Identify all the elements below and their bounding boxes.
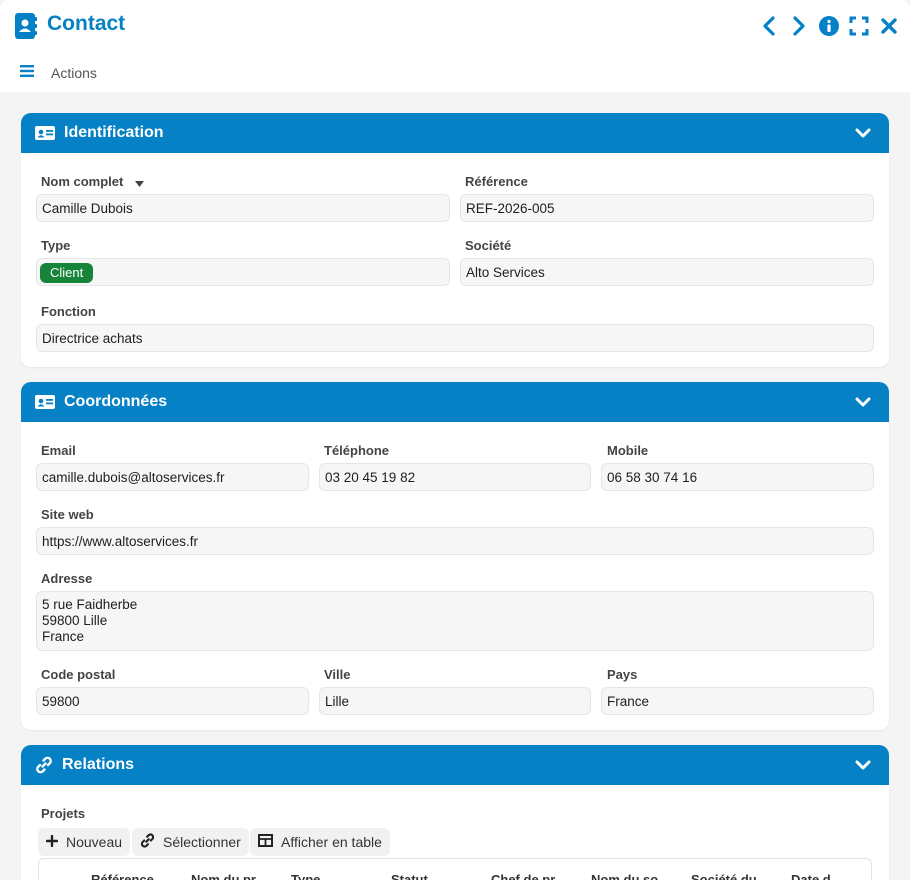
contact-card-icon <box>15 13 37 39</box>
fonction-label: Fonction <box>41 304 96 319</box>
table-icon <box>258 834 273 850</box>
selectionner-label: Sélectionner <box>163 834 241 850</box>
coordonnees-panel: Coordonnées <box>21 382 889 730</box>
coordonnees-title: Coordonnées <box>64 393 168 410</box>
type-field[interactable]: Client <box>36 258 450 286</box>
email-field[interactable]: camille.dubois@altoservices.fr <box>36 463 309 491</box>
nom-complet-label[interactable]: Nom complet <box>41 174 144 190</box>
afficher-table-button[interactable]: Afficher en table <box>250 828 390 856</box>
window-title: Contact <box>47 12 126 35</box>
window-toolbar <box>758 13 900 39</box>
nouveau-label: Nouveau <box>66 834 123 850</box>
link-icon <box>35 756 55 774</box>
window-header: Contact Actions <box>0 0 910 92</box>
relations-title: Relations <box>62 756 135 773</box>
column-header[interactable]: Nom du pr <box>191 872 261 880</box>
projets-label: Projets <box>41 806 86 821</box>
type-label: Type <box>41 238 71 253</box>
telephone-label: Téléphone <box>324 443 390 458</box>
relations-header[interactable]: Relations <box>21 745 889 785</box>
chevron-down-icon[interactable] <box>855 126 871 140</box>
ville-field[interactable]: Lille <box>319 687 591 715</box>
link-icon <box>140 833 155 851</box>
mobile-field[interactable]: 06 58 30 74 16 <box>601 463 874 491</box>
column-header[interactable]: Date d <box>791 872 861 880</box>
id-card-icon <box>35 124 55 142</box>
code-postal-label: Code postal <box>41 667 116 682</box>
coordonnees-header[interactable]: Coordonnées <box>21 382 889 422</box>
reference-label: Référence <box>465 174 528 189</box>
code-postal-field[interactable]: 59800 <box>36 687 309 715</box>
site-web-field[interactable]: https://www.altoservices.fr <box>36 527 874 555</box>
fullscreen-icon[interactable] <box>848 13 870 39</box>
info-icon[interactable] <box>818 13 840 39</box>
nom-complet-field[interactable]: Camille Dubois <box>36 194 450 222</box>
pays-label: Pays <box>607 667 638 682</box>
hamburger-icon[interactable] <box>20 64 34 82</box>
reference-field[interactable]: REF-2026-005 <box>460 194 874 222</box>
adresse-field[interactable]: 5 rue Faidherbe 59800 Lille France <box>36 591 874 651</box>
chevron-down-icon[interactable] <box>855 758 871 772</box>
mobile-label: Mobile <box>607 443 649 458</box>
column-header[interactable]: Nom du so <box>591 872 661 880</box>
column-header[interactable]: Chef de pr <box>491 872 561 880</box>
pays-field[interactable]: France <box>601 687 874 715</box>
nom-complet-label-text: Nom complet <box>41 174 124 189</box>
identification-title: Identification <box>64 124 164 141</box>
type-badge: Client <box>40 263 94 283</box>
actions-menu[interactable]: Actions <box>20 64 97 82</box>
telephone-field[interactable]: 03 20 45 19 82 <box>319 463 591 491</box>
nouveau-button[interactable]: Nouveau <box>38 828 131 856</box>
id-card-icon <box>35 393 55 411</box>
societe-label: Société <box>465 238 512 253</box>
caret-down-icon[interactable] <box>134 175 144 190</box>
selectionner-button[interactable]: Sélectionner <box>132 828 249 856</box>
societe-field[interactable]: Alto Services <box>460 258 874 286</box>
chevron-down-icon[interactable] <box>855 395 871 409</box>
contact-window: Contact Actions Identification Nom compl… <box>0 0 910 880</box>
site-web-label: Site web <box>41 507 94 522</box>
email-label: Email <box>41 443 76 458</box>
projets-table: Référence Nom du pr Type Statut Chef de … <box>38 858 872 880</box>
column-header[interactable]: Société du <box>691 872 761 880</box>
chevron-right-icon[interactable] <box>788 13 810 39</box>
ville-label: Ville <box>324 667 351 682</box>
fonction-field[interactable]: Directrice achats <box>36 324 874 352</box>
chevron-left-icon[interactable] <box>758 13 780 39</box>
actions-label[interactable]: Actions <box>51 65 97 81</box>
column-header[interactable]: Référence <box>91 872 161 880</box>
identification-header[interactable]: Identification <box>21 113 889 153</box>
column-header[interactable]: Statut <box>391 872 461 880</box>
column-header[interactable]: Type <box>291 872 361 880</box>
adresse-label: Adresse <box>41 571 93 586</box>
afficher-table-label: Afficher en table <box>281 834 382 850</box>
close-icon[interactable] <box>878 13 900 39</box>
plus-icon <box>45 834 59 850</box>
